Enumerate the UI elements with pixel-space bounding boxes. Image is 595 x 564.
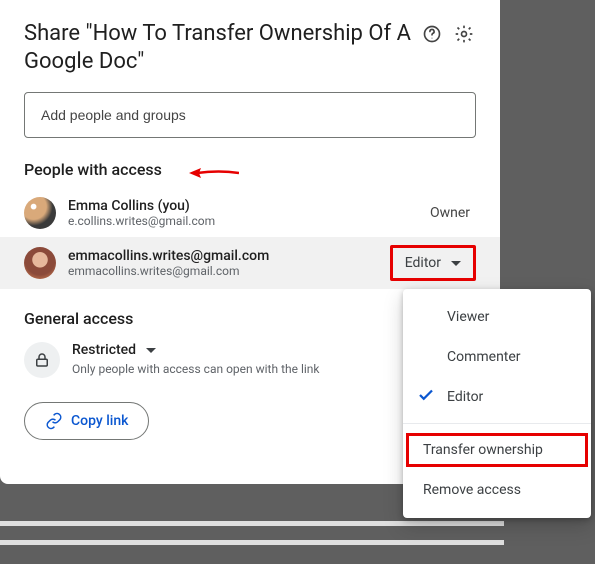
role-menu: Viewer Commenter Editor Transfer ownersh…: [403, 289, 591, 518]
check-icon: [417, 386, 435, 408]
role-owner-label: Owner: [430, 205, 476, 221]
general-access-info: Restricted Only people with access can o…: [72, 342, 320, 376]
chevron-down-icon: [451, 261, 461, 266]
person-name: emmacollins.writes@gmail.com: [68, 248, 390, 264]
menu-item-remove-access[interactable]: Remove access: [403, 470, 591, 510]
menu-item-commenter[interactable]: Commenter: [403, 337, 591, 377]
copy-link-label: Copy link: [71, 413, 128, 429]
role-dropdown[interactable]: Editor: [390, 245, 476, 281]
link-icon: [45, 412, 63, 430]
person-row-editor: emmacollins.writes@gmail.com emmacollins…: [0, 237, 500, 289]
settings-icon[interactable]: [452, 22, 476, 46]
role-dropdown-label: Editor: [405, 255, 441, 271]
avatar: [24, 247, 56, 279]
person-name: Emma Collins (you): [68, 198, 430, 214]
people-with-access-text: People with access: [24, 160, 162, 179]
lock-icon: [24, 342, 60, 378]
background-stripe: [0, 521, 504, 526]
general-access-name[interactable]: Restricted: [72, 342, 136, 358]
annotation-arrow-icon: [189, 168, 239, 178]
menu-divider: [403, 423, 591, 424]
person-email: emmacollins.writes@gmail.com: [68, 264, 390, 278]
add-people-input[interactable]: [24, 92, 476, 138]
general-access-desc: Only people with access can open with th…: [72, 362, 320, 376]
copy-link-button[interactable]: Copy link: [24, 402, 149, 440]
menu-item-transfer-ownership[interactable]: Transfer ownership: [403, 430, 591, 470]
people-with-access-label: People with access: [24, 160, 476, 179]
help-icon[interactable]: [420, 22, 444, 46]
dialog-title: Share "How To Transfer Ownership Of A Go…: [24, 20, 412, 76]
background-stripe: [0, 540, 504, 545]
person-row-owner: Emma Collins (you) e.collins.writes@gmai…: [0, 189, 500, 237]
menu-item-editor-label: Editor: [447, 389, 483, 405]
dialog-header: Share "How To Transfer Ownership Of A Go…: [24, 20, 476, 92]
person-info: Emma Collins (you) e.collins.writes@gmai…: [68, 198, 430, 228]
chevron-down-icon[interactable]: [146, 348, 156, 353]
menu-item-viewer[interactable]: Viewer: [403, 297, 591, 337]
person-email: e.collins.writes@gmail.com: [68, 214, 430, 228]
person-info: emmacollins.writes@gmail.com emmacollins…: [68, 248, 390, 278]
avatar: [24, 197, 56, 229]
menu-item-editor[interactable]: Editor: [403, 377, 591, 417]
